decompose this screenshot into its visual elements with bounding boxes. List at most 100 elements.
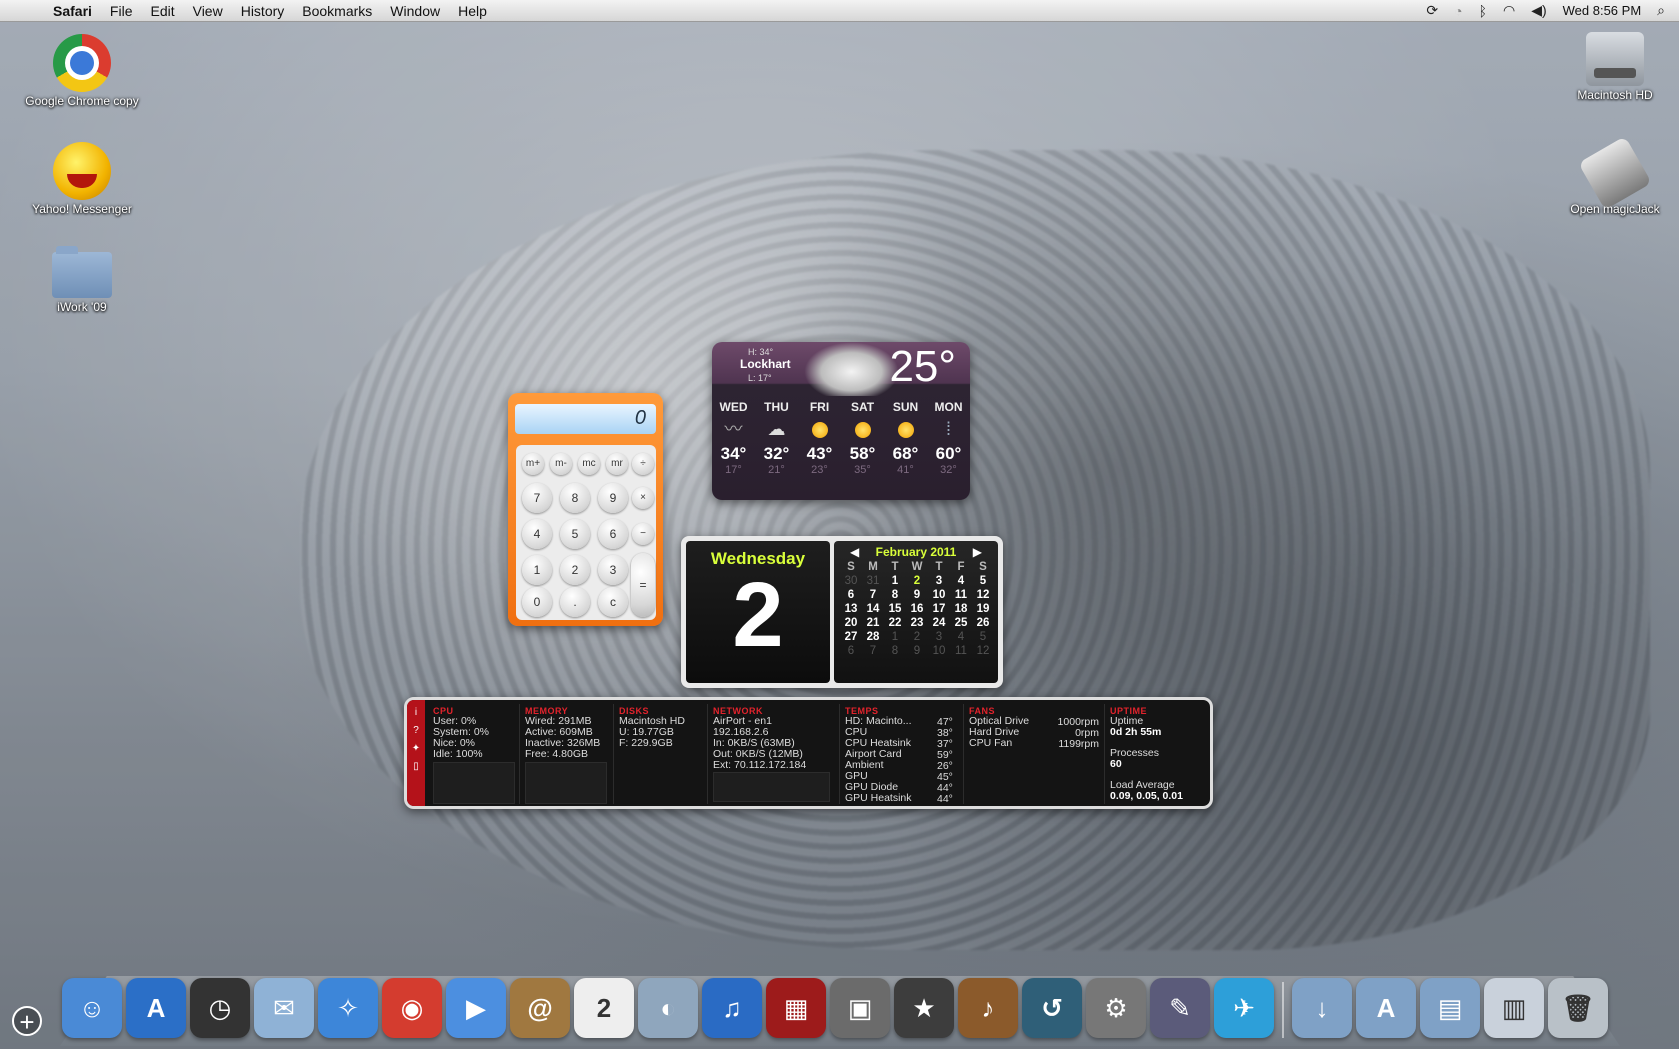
volume-icon[interactable]: ◀) [1531,2,1546,19]
calendar-today-cell: 2 [913,575,921,587]
wind-icon: 〰 [724,419,743,439]
istat-processes-label: Processes [1110,747,1160,759]
calendar-weekday-header: T [935,561,943,573]
address-book-icon[interactable]: @ [510,978,570,1038]
preview-icon[interactable]: ◐ [638,978,698,1038]
calc-key-multiply[interactable]: × [632,487,654,509]
safari-icon[interactable]: ✧ [318,978,378,1038]
calc-key-minus[interactable]: − [632,523,654,545]
calendar-date-cell: 11 [955,645,967,657]
menu-window[interactable]: Window [381,3,449,19]
menu-view[interactable]: View [184,3,232,19]
calendar-day-panel[interactable]: Wednesday 2 [686,541,830,683]
finder-icon[interactable]: ☺ [62,978,122,1038]
device-icon[interactable]: ▯ [407,761,425,772]
desktop-icon-yahoo-messenger[interactable]: Yahoo! Messenger [22,142,142,216]
mail-icon[interactable]: ✉ [254,978,314,1038]
calc-key-6[interactable]: 6 [598,519,628,549]
applications-stack-icon[interactable]: A [1356,978,1416,1038]
calc-key-4[interactable]: 4 [522,519,552,549]
calc-key-0[interactable]: 0 [522,587,552,617]
calc-key-8[interactable]: 8 [560,483,590,513]
calc-key-decimal[interactable]: . [560,587,590,617]
calc-key-9[interactable]: 9 [598,483,628,513]
calc-key-7[interactable]: 7 [522,483,552,513]
calendar-weekday-header: W [911,561,923,573]
calc-key-1[interactable]: 1 [522,555,552,585]
calc-key-clear[interactable]: c [598,587,628,617]
photo-booth-icon[interactable]: ▦ [766,978,826,1038]
trash-icon[interactable]: 🗑 [1548,978,1608,1038]
garageband-icon[interactable]: ♪ [958,978,1018,1038]
menu-help[interactable]: Help [449,3,496,19]
documents-stack-icon[interactable]: ▤ [1420,978,1480,1038]
previous-month-arrow-icon[interactable]: ◀ [850,545,859,559]
desktop-icon-iwork-09[interactable]: iWork '09 [22,246,142,314]
pulse-icon[interactable]: ✦ [407,743,425,754]
menu-bookmarks[interactable]: Bookmarks [293,3,381,19]
forecast-high: 43° [806,444,833,463]
itunes-icon[interactable]: ♫ [702,978,762,1038]
calendar-date-cell: 6 [847,645,855,657]
spotlight-search-icon[interactable]: ⌕ [1657,2,1665,19]
app-store-icon[interactable]: A [126,978,186,1038]
forecast-high: 32° [763,444,790,463]
istat-widget[interactable]: i ? ✦ ▯ CPU User: 0% System: 0% Nice: 0%… [404,697,1213,809]
wifi-icon[interactable]: ◠ [1503,2,1515,19]
menu-history[interactable]: History [232,3,294,19]
system-preferences-icon[interactable]: ⚙ [1086,978,1146,1038]
cloudy-icon: ☁ [767,419,786,439]
calc-key-divide[interactable]: ÷ [632,453,654,475]
istat-disks: DISKS Macintosh HD U: 19.77GB F: 229.9GB [619,706,709,749]
menu-app-name[interactable]: Safari [44,3,101,19]
sync-icon[interactable]: ⟳ [1426,2,1438,19]
desktop-icon-label: Yahoo! Messenger [32,202,132,216]
desktop-icon-label: Macintosh HD [1577,88,1653,102]
menu-file[interactable]: File [101,3,142,19]
menu-clock[interactable]: Wed 8:56 PM [1563,3,1642,18]
ichat-icon[interactable]: ▶ [446,978,506,1038]
dashboard-dim-overlay [0,0,1679,1049]
calendar-widget[interactable]: Wednesday 2 ◀ February 2011 ▶ S M T W T F S 30 3… [681,536,1003,688]
istat-load-value: 0.09, 0.05, 0.01 [1110,790,1183,802]
calc-key-mplus[interactable]: m+ [522,453,544,475]
downloads-stack-icon[interactable]: ↓ [1292,978,1352,1038]
calculator-widget[interactable]: 0 m+ m- mc mr ÷ 7 8 9 × 4 5 6 − 1 2 3 + … [508,393,663,626]
menu-edit[interactable]: Edit [141,3,183,19]
weather-city: Lockhart [740,357,791,371]
desktop-icon-macintosh-hd[interactable]: Macintosh HD [1555,32,1675,102]
yahoo-messenger-icon [53,142,111,200]
next-month-arrow-icon[interactable]: ▶ [973,545,982,559]
calendar-date-cell: 20 [844,617,858,629]
info-icon[interactable]: i [407,707,425,718]
dashboard-icon[interactable]: ◷ [190,978,250,1038]
time-machine-icon[interactable]: ↺ [1022,978,1082,1038]
ical-icon[interactable]: 2 [574,978,634,1038]
time-machine-menu-icon[interactable]: ◔ [1454,3,1462,19]
forecast-day-name: SUN [892,400,919,414]
weather-widget[interactable]: H: 34° Lockhart L: 17° 25° WED 〰 34° 17°… [712,342,970,500]
desktop-icon-google-chrome-copy[interactable]: Google Chrome copy [22,34,142,108]
calc-key-equals[interactable]: = [631,553,655,617]
calc-key-5[interactable]: 5 [560,519,590,549]
add-widget-button[interactable]: + [12,1006,42,1036]
calc-key-mc[interactable]: mc [578,453,600,475]
help-icon[interactable]: ? [407,725,425,736]
chrome-dock-icon[interactable]: ◉ [382,978,442,1038]
calendar-date-cell: 23 [910,617,924,629]
weather-current-temp: 25° [889,342,956,391]
imovie-icon[interactable]: ★ [894,978,954,1038]
calc-key-2[interactable]: 2 [560,555,590,585]
chrome-icon [53,34,111,92]
recent-stack-icon[interactable]: ▥ [1484,978,1544,1038]
magicjack-icon [1578,136,1652,210]
iphoto-icon[interactable]: ▣ [830,978,890,1038]
calc-key-mr[interactable]: mr [606,453,628,475]
bluetooth-icon[interactable]: ᛒ [1479,3,1487,19]
desktop-icon-open-magicjack[interactable]: Open magicJack [1555,136,1675,216]
calc-key-3[interactable]: 3 [598,555,628,585]
forecast-day-name: FRI [809,400,830,414]
twitter-icon[interactable]: ✈ [1214,978,1274,1038]
calc-key-mminus[interactable]: m- [550,453,572,475]
script-editor-icon[interactable]: ✎ [1150,978,1210,1038]
